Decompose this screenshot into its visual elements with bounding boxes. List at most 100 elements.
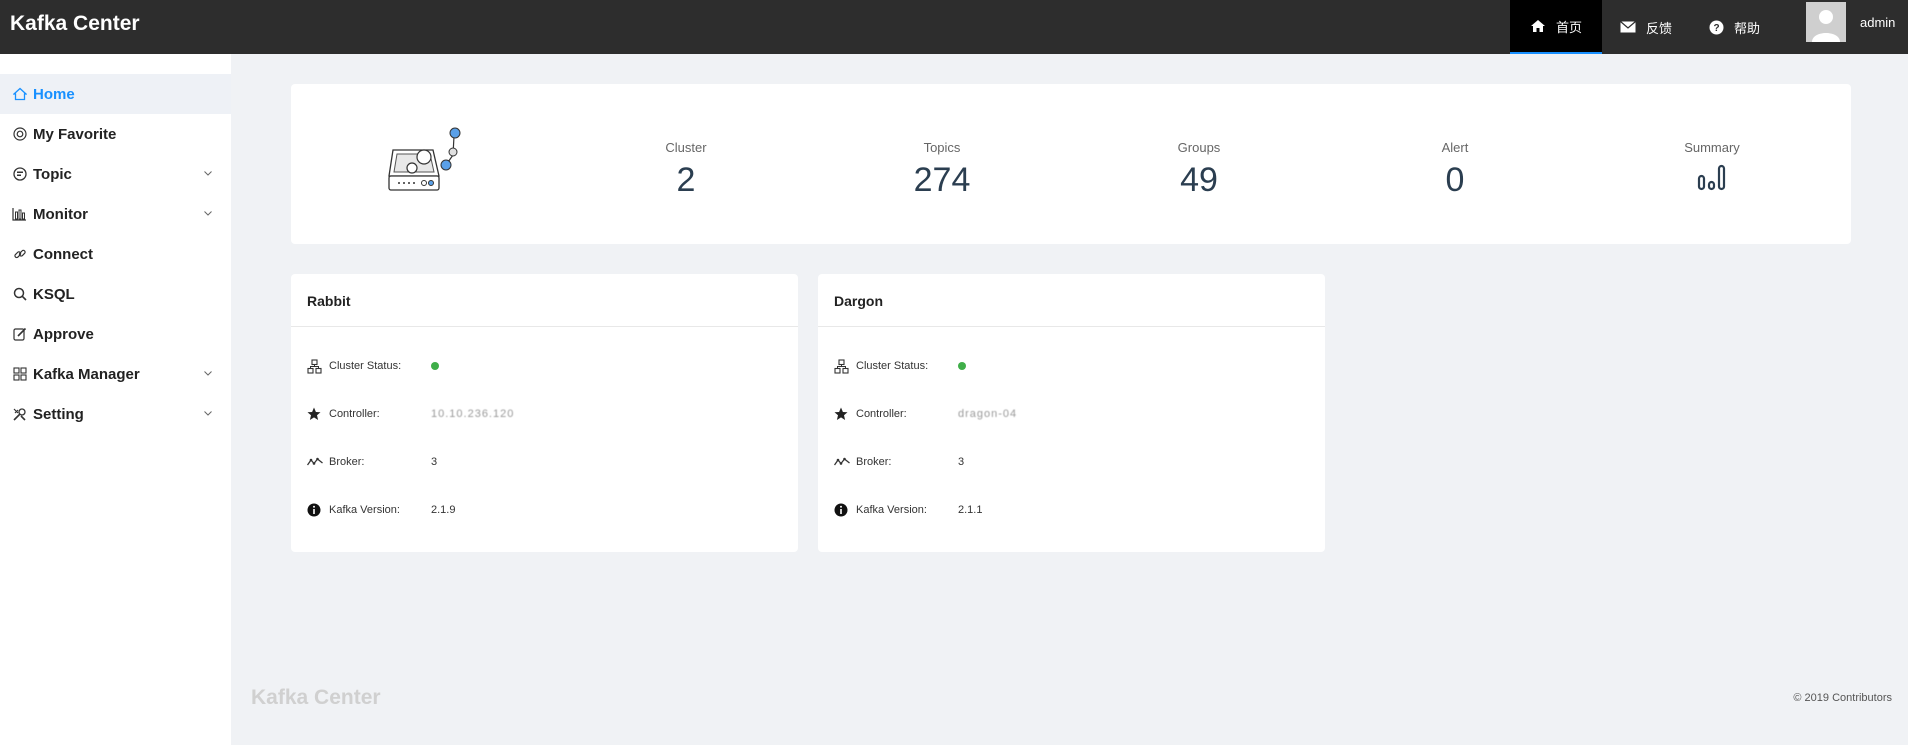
info-icon	[834, 502, 852, 518]
kafka-version-value: 2.1.9	[431, 504, 456, 516]
mail-icon	[1620, 19, 1636, 35]
kafka-version-label: Kafka Version:	[329, 504, 400, 516]
sidebar-item-home[interactable]: Home	[0, 74, 231, 114]
bar-chart-icon	[12, 207, 27, 222]
star-icon	[307, 406, 325, 422]
cluster-status-row: Cluster Status:	[307, 356, 439, 376]
sidebar-item-kafka-manager[interactable]: Kafka Manager	[0, 354, 231, 394]
chevron-down-icon	[204, 371, 212, 376]
sidebar-item-ksql[interactable]: KSQL	[0, 274, 231, 314]
broker-row: Broker: 3	[307, 452, 437, 472]
stat-alert[interactable]: Alert 0	[1375, 140, 1535, 200]
sidebar-item-label: My Favorite	[33, 125, 117, 143]
stat-summary-label: Summary	[1684, 140, 1740, 155]
cluster-topology-icon	[834, 358, 852, 374]
sidebar-item-label: Topic	[33, 165, 72, 183]
cluster-card-title[interactable]: Rabbit	[291, 274, 798, 327]
cluster-status-row: Cluster Status:	[834, 356, 966, 376]
cluster-card-rabbit: Rabbit Cluster Status: Controller: 10.10…	[291, 274, 798, 552]
sidebar-item-label: Monitor	[33, 205, 88, 223]
controller-row: Controller: dragon-04	[834, 404, 1017, 424]
stat-groups[interactable]: Groups 49	[1119, 140, 1279, 200]
kafka-version-value: 2.1.1	[958, 504, 983, 516]
stat-alert-value: 0	[1445, 161, 1465, 199]
broker-row: Broker: 3	[834, 452, 964, 472]
home-icon	[1530, 18, 1546, 34]
stat-topics[interactable]: Topics 274	[862, 140, 1022, 200]
chevron-down-icon	[204, 411, 212, 416]
sidebar-item-approve[interactable]: Approve	[0, 314, 231, 354]
sidebar-item-label: Setting	[33, 405, 84, 423]
status-dot-online	[958, 362, 966, 370]
user-name[interactable]: admin	[1860, 15, 1895, 30]
stat-topics-label: Topics	[923, 140, 961, 155]
kafka-version-row: Kafka Version: 2.1.1	[834, 500, 982, 520]
nav-feedback-label: 反馈	[1646, 20, 1673, 36]
sidebar-item-monitor[interactable]: Monitor	[0, 194, 231, 234]
stat-groups-label: Groups	[1177, 140, 1221, 155]
kafka-version-label: Kafka Version:	[856, 504, 927, 516]
sidebar: Home My Favorite Topic Monitor Connect K…	[0, 54, 231, 745]
stat-cluster-label: Cluster	[665, 140, 707, 155]
footer-copyright: © 2019 Contributors	[1793, 692, 1892, 704]
nav-feedback[interactable]: 反馈	[1602, 0, 1690, 54]
sidebar-item-label: KSQL	[33, 285, 75, 303]
footer-brand: Kafka Center	[251, 686, 381, 709]
sidebar-item-connect[interactable]: Connect	[0, 234, 231, 274]
link-icon	[12, 247, 27, 262]
stat-cluster[interactable]: Cluster 2	[606, 140, 766, 200]
stat-alert-label: Alert	[1441, 140, 1469, 155]
cluster-card-title[interactable]: Dargon	[818, 274, 1325, 327]
kafka-server-illustration	[387, 120, 477, 215]
app-title[interactable]: Kafka Center	[10, 12, 140, 36]
activity-icon	[307, 454, 325, 470]
home-icon	[12, 87, 27, 102]
sidebar-item-topic[interactable]: Topic	[0, 154, 231, 194]
broker-label: Broker:	[856, 456, 892, 468]
topic-icon	[12, 167, 27, 182]
stats-card: Cluster 2 Topics 274 Groups 49 Alert 0 S…	[291, 84, 1851, 244]
stat-summary[interactable]: Summary	[1632, 140, 1792, 196]
sidebar-item-my-favorite[interactable]: My Favorite	[0, 114, 231, 154]
cluster-status-label: Cluster Status:	[856, 360, 929, 372]
favorite-icon	[12, 127, 27, 142]
cluster-status-label: Cluster Status:	[329, 360, 402, 372]
edit-icon	[12, 327, 27, 342]
user-menu[interactable]: admin	[1806, 0, 1895, 54]
info-icon	[307, 502, 325, 518]
svg-text:?: ?	[1713, 23, 1719, 34]
top-nav: 首页 反馈 ? 帮助	[1510, 0, 1778, 54]
avatar[interactable]	[1806, 2, 1846, 42]
sidebar-item-setting[interactable]: Setting	[0, 394, 231, 434]
broker-value: 3	[958, 456, 965, 468]
chevron-down-icon	[204, 171, 212, 176]
status-dot-online	[431, 362, 439, 370]
kafka-version-row: Kafka Version: 2.1.9	[307, 500, 455, 520]
star-icon	[834, 406, 852, 422]
tools-icon	[12, 407, 27, 422]
nav-help-label: 帮助	[1734, 20, 1761, 36]
nav-home[interactable]: 首页	[1510, 0, 1603, 54]
broker-label: Broker:	[329, 456, 365, 468]
controller-value: 10.10.236.120	[431, 408, 515, 420]
chevron-down-icon	[204, 211, 212, 216]
top-header: Kafka Center 首页 反馈 ? 帮助 admin	[0, 0, 1908, 54]
controller-row: Controller: 10.10.236.120	[307, 404, 514, 424]
nav-help[interactable]: ? 帮助	[1690, 0, 1778, 54]
sidebar-item-label: Approve	[33, 325, 94, 343]
stat-cluster-value: 2	[676, 161, 696, 199]
broker-value: 3	[431, 456, 438, 468]
nav-home-label: 首页	[1556, 19, 1583, 35]
summary-chart-icon	[1632, 163, 1792, 196]
sidebar-item-label: Connect	[33, 245, 93, 263]
help-icon: ?	[1708, 19, 1724, 35]
search-icon	[12, 287, 27, 302]
controller-value: dragon-04	[958, 408, 1018, 420]
controller-label: Controller:	[856, 408, 907, 420]
sidebar-item-label: Home	[33, 85, 75, 103]
stat-groups-value: 49	[1180, 161, 1218, 199]
activity-icon	[834, 454, 852, 470]
sidebar-item-label: Kafka Manager	[33, 365, 140, 383]
apps-icon	[12, 367, 27, 382]
cluster-topology-icon	[307, 358, 325, 374]
